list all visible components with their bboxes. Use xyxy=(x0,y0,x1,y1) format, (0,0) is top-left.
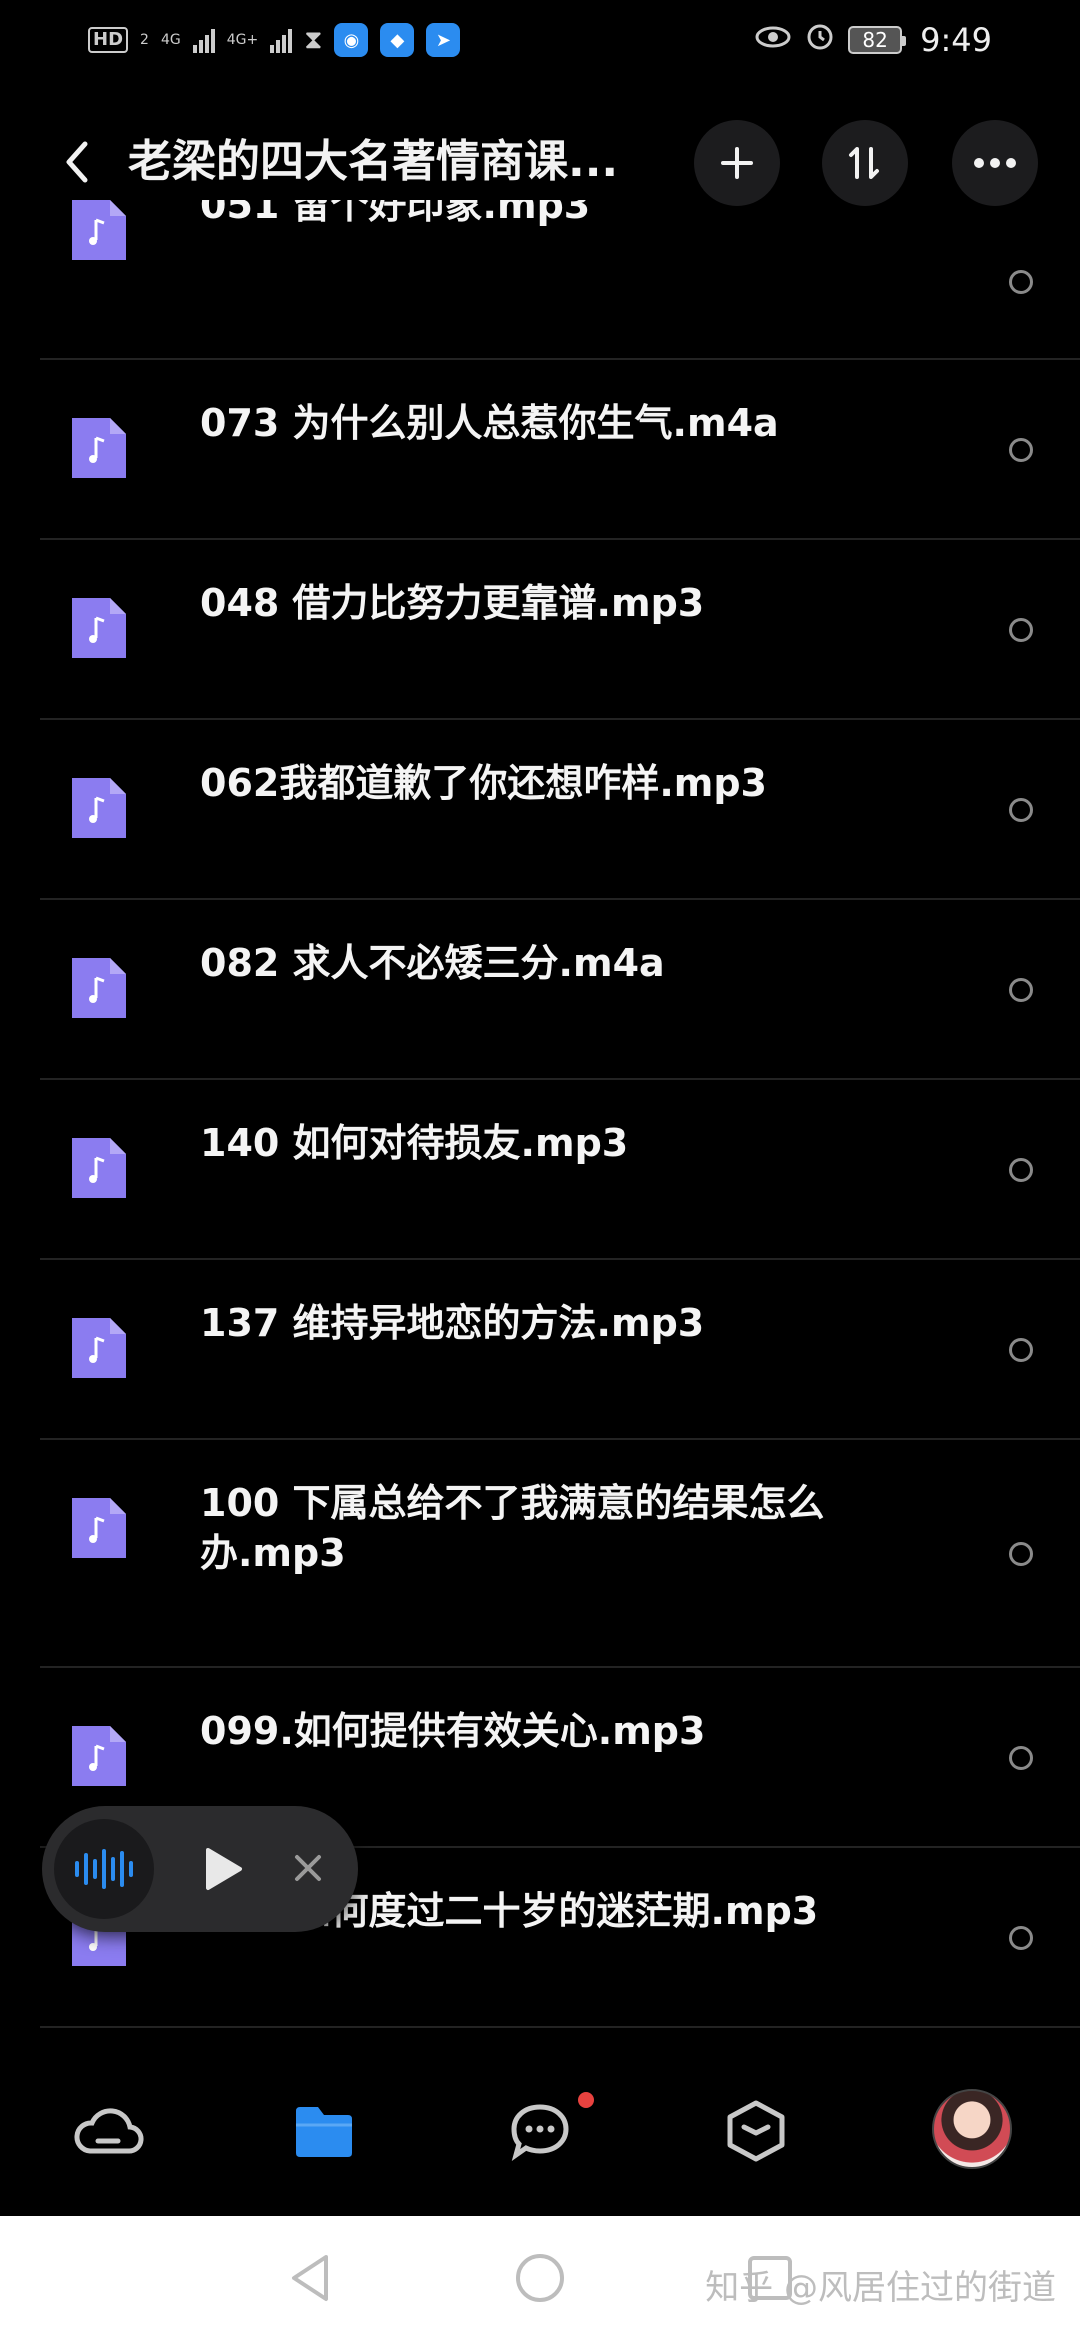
select-radio[interactable] xyxy=(1009,1542,1033,1566)
eye-icon xyxy=(754,23,792,58)
file-row[interactable]: 048 借力比努力更靠谱.mp3 xyxy=(40,540,1080,720)
file-list: 051 留个好印象.mp3 073 为什么别人总惹你生气.m4a 048 借力比… xyxy=(40,200,1080,2040)
tab-cloud[interactable] xyxy=(68,2091,148,2171)
triangle-back-icon xyxy=(292,2255,328,2301)
select-radio[interactable] xyxy=(1009,798,1033,822)
add-button[interactable] xyxy=(694,120,780,206)
select-radio[interactable] xyxy=(1009,1338,1033,1362)
audio-file-icon xyxy=(72,1498,126,1558)
select-radio[interactable] xyxy=(1009,618,1033,642)
profile-avatar[interactable] xyxy=(932,2089,1012,2169)
hd-sub: 2 xyxy=(140,32,149,48)
bottom-tab-bar xyxy=(0,2045,1080,2215)
top-app-bar: 老梁的四大名著情商课... xyxy=(0,112,1080,212)
audio-file-icon xyxy=(72,1138,126,1198)
hotspot-app-icon: ◉ xyxy=(334,23,369,57)
signal-icon-2 xyxy=(270,27,293,53)
select-radio[interactable] xyxy=(1009,978,1033,1002)
file-name: 140 如何对待损友.mp3 xyxy=(200,1121,629,1165)
file-row[interactable]: 051 留个好印象.mp3 xyxy=(40,200,1080,360)
back-button[interactable] xyxy=(50,134,106,190)
file-row[interactable]: 100 下属总给不了我满意的结果怎么办.mp3 xyxy=(40,1440,1080,1668)
status-bar: HD 2 4G 4G+ ⧗ ◉ ◆ ➤ 82 9:49 xyxy=(0,0,1080,80)
battery-indicator: 82 xyxy=(848,26,907,54)
chat-icon xyxy=(511,2104,569,2161)
sort-icon xyxy=(849,147,879,179)
audio-file-icon xyxy=(72,598,126,658)
paper-plane-app-icon: ➤ xyxy=(426,23,461,57)
play-button[interactable] xyxy=(204,1846,248,1894)
folder-icon xyxy=(296,2107,352,2157)
status-left: HD 2 4G 4G+ ⧗ ◉ ◆ ➤ xyxy=(88,23,461,57)
back-icon xyxy=(66,141,88,183)
system-nav-bar: 知乎 @风居住过的街道 xyxy=(0,2216,1080,2340)
status-right: 82 9:49 xyxy=(754,20,992,60)
audio-file-icon xyxy=(72,1726,126,1786)
file-name: 051 留个好印象.mp3 xyxy=(200,200,591,227)
file-name: 073 为什么别人总惹你生气.m4a xyxy=(200,401,779,445)
select-radio[interactable] xyxy=(1009,438,1033,462)
file-row[interactable]: 082 求人不必矮三分.m4a xyxy=(40,900,1080,1080)
file-row[interactable]: 140 如何对待损友.mp3 xyxy=(40,1080,1080,1260)
cloud-icon xyxy=(74,2108,144,2154)
file-row[interactable]: 062我都道歉了你还想咋样.mp3 xyxy=(40,720,1080,900)
hd-indicator: HD xyxy=(88,27,129,53)
plus-icon xyxy=(721,147,753,179)
audio-file-icon xyxy=(72,200,126,260)
select-radio[interactable] xyxy=(1009,1926,1033,1950)
file-name: 082 求人不必矮三分.m4a xyxy=(200,941,665,985)
waveform-button[interactable] xyxy=(54,1819,154,1919)
tab-messages[interactable] xyxy=(500,2091,580,2171)
waveform-icon xyxy=(75,1849,133,1889)
circle-home-icon xyxy=(516,2254,564,2302)
alarm-icon xyxy=(804,20,836,60)
audio-file-icon xyxy=(72,1318,126,1378)
file-name: 062我都道歉了你还想咋样.mp3 xyxy=(200,761,767,805)
audio-file-icon xyxy=(72,418,126,478)
tab-files[interactable] xyxy=(284,2091,364,2171)
clock: 9:49 xyxy=(920,21,992,59)
mini-player[interactable] xyxy=(42,1806,358,1932)
select-radio[interactable] xyxy=(1009,1746,1033,1770)
network-type-2: 4G+ xyxy=(226,32,259,48)
file-row[interactable]: 137 维持异地恋的方法.mp3 xyxy=(40,1260,1080,1440)
file-row[interactable]: 073 为什么别人总惹你生气.m4a xyxy=(40,360,1080,540)
nav-home-button[interactable] xyxy=(508,2246,572,2310)
network-type-1: 4G xyxy=(160,32,181,48)
file-name: 048 借力比努力更靠谱.mp3 xyxy=(200,581,705,625)
notification-dot xyxy=(578,2092,594,2108)
shield-app-icon: ◆ xyxy=(380,23,415,57)
watermark-text: 知乎 @风居住过的街道 xyxy=(705,2268,1056,2308)
more-icon xyxy=(974,158,1016,168)
play-icon xyxy=(206,1848,242,1890)
close-player-button[interactable] xyxy=(292,1852,326,1886)
select-radio[interactable] xyxy=(1009,270,1033,294)
audio-file-icon xyxy=(72,778,126,838)
hourglass-icon: ⧗ xyxy=(304,24,323,55)
file-name: 137 维持异地恋的方法.mp3 xyxy=(200,1301,705,1345)
signal-icon xyxy=(192,27,215,53)
page-title: 老梁的四大名著情商课... xyxy=(128,136,619,187)
tab-apps[interactable] xyxy=(716,2091,796,2171)
nav-back-button[interactable] xyxy=(278,2246,342,2310)
select-radio[interactable] xyxy=(1009,1158,1033,1182)
file-name: 099.如何提供有效关心.mp3 xyxy=(200,1709,706,1753)
close-icon xyxy=(295,1855,321,1881)
audio-file-icon xyxy=(72,958,126,1018)
file-name: 100 下属总给不了我满意的结果怎么办.mp3 xyxy=(200,1481,825,1575)
box-icon xyxy=(727,2100,785,2162)
more-button[interactable] xyxy=(952,120,1038,206)
sort-button[interactable] xyxy=(822,120,908,206)
